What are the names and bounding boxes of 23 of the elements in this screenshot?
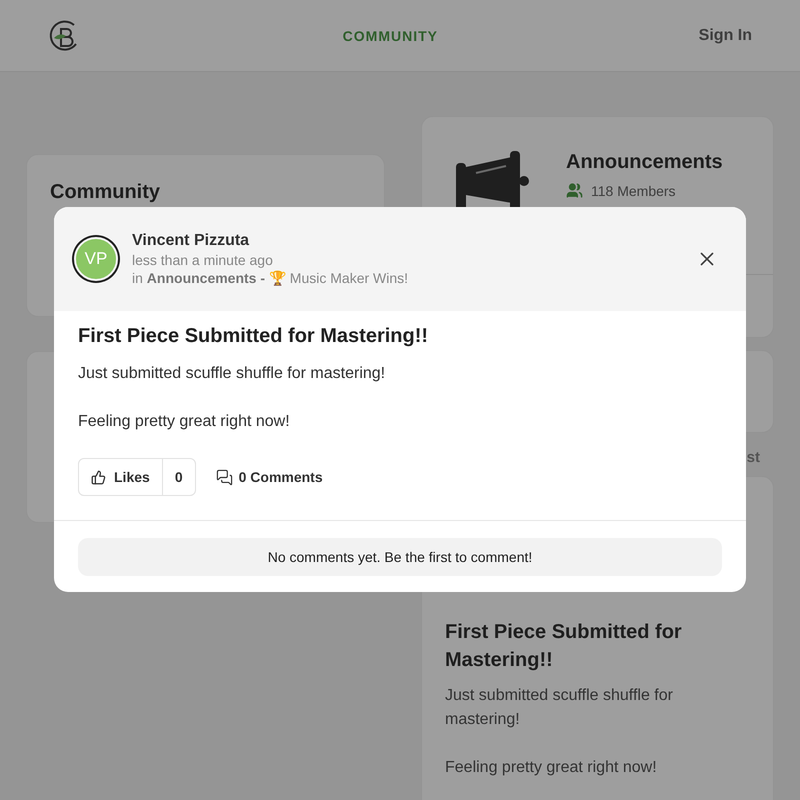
like-count: 0	[174, 468, 184, 487]
group-title: Announcements	[566, 151, 723, 174]
avatar: VP	[74, 237, 118, 281]
speech-bubbles-icon	[216, 468, 233, 486]
post-text: Just submitted scuffle shuffle for mastering!	[78, 364, 386, 384]
post-title: First Piece Submitted for Mastering!!	[78, 325, 430, 348]
comments-button[interactable]: 0 Comments	[216, 468, 323, 486]
empty-comments-message: No comments yet. Be the first to comment!	[78, 538, 722, 576]
sign-in-link[interactable]: Sign In	[698, 26, 752, 44]
members-icon	[566, 182, 583, 199]
author-name: Vincent Pizzuta	[132, 232, 250, 250]
post-text: Feeling pretty great right now!	[445, 758, 658, 778]
post-text: Just submitted scuffle shuffle for mastering!	[445, 686, 674, 730]
feed-tab[interactable]: st	[746, 449, 774, 466]
like-button[interactable]: Likes	[79, 459, 163, 495]
nav-link[interactable]: COMMUNITY	[342, 28, 438, 44]
card-title: Community	[50, 181, 161, 204]
thumbs-up-icon	[91, 470, 106, 484]
members-count: 118 Members	[591, 182, 676, 198]
post-title: First Piece Submitted for Mastering!!	[445, 620, 683, 673]
post-location: in Announcements - 🏆 Music Maker Wins!	[132, 270, 410, 286]
post-text: Feeling pretty great right now!	[78, 412, 291, 432]
post-time: less than a minute ago	[132, 252, 274, 268]
